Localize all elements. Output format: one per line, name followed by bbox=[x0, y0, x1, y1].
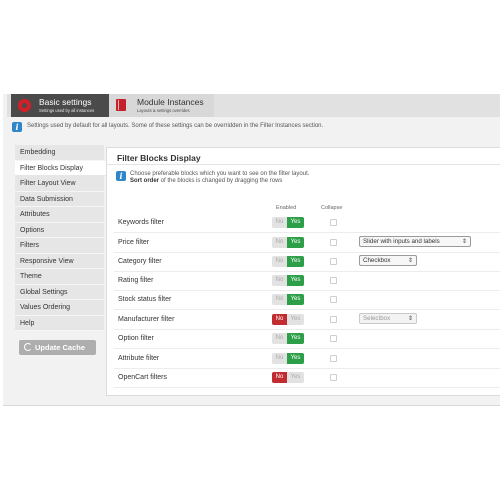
panel-description: Choose preferable blocks which you want … bbox=[130, 171, 310, 177]
filter-row[interactable]: Stock status filter No Yes bbox=[114, 291, 500, 310]
tab-bar: Basic settings Settings used by all inst… bbox=[7, 94, 500, 117]
view-type-select[interactable]: Slider with inputs and labels ⇕ bbox=[359, 236, 471, 247]
filter-label: Rating filter bbox=[118, 277, 154, 284]
sidebar-item[interactable]: Embedding bbox=[15, 145, 104, 161]
sidebar-item[interactable]: Filter Blocks Display bbox=[15, 160, 107, 176]
view-type-select[interactable]: Selectbox ⇕ bbox=[359, 313, 417, 324]
collapse-checkbox[interactable] bbox=[330, 277, 337, 284]
toggle-no[interactable]: No bbox=[272, 314, 287, 325]
column-header-collapse: Collapse bbox=[321, 205, 343, 211]
filter-label: Attribute filter bbox=[118, 355, 160, 362]
info-icon: i bbox=[116, 171, 126, 181]
toggle-no[interactable]: No bbox=[272, 294, 287, 305]
filter-label: Option filter bbox=[118, 335, 154, 342]
enabled-toggle[interactable]: No Yes bbox=[272, 217, 304, 228]
enabled-toggle[interactable]: No Yes bbox=[272, 314, 304, 325]
toggle-no[interactable]: No bbox=[272, 353, 287, 364]
collapse-checkbox[interactable] bbox=[330, 316, 337, 323]
toggle-no[interactable]: No bbox=[272, 217, 287, 228]
enabled-toggle[interactable]: No Yes bbox=[272, 353, 304, 364]
filter-row[interactable]: Rating filter No Yes bbox=[114, 272, 500, 291]
toggle-yes[interactable]: Yes bbox=[287, 353, 304, 364]
filter-row[interactable]: Keywords filter No Yes bbox=[114, 214, 500, 233]
filter-row[interactable]: Attribute filter No Yes bbox=[114, 350, 500, 369]
toggle-yes[interactable]: Yes bbox=[287, 275, 304, 286]
collapse-checkbox[interactable] bbox=[330, 374, 337, 381]
sidebar-item[interactable]: Global Settings bbox=[15, 284, 104, 300]
update-cache-button[interactable]: Update Cache bbox=[19, 340, 96, 355]
enabled-toggle[interactable]: No Yes bbox=[272, 294, 304, 305]
refresh-icon bbox=[24, 343, 32, 351]
tab-title: Module Instances bbox=[137, 97, 204, 107]
column-header-enabled: Enabled bbox=[276, 205, 297, 211]
view-type-select[interactable]: Checkbox ⇕ bbox=[359, 255, 417, 266]
select-arrows-icon: ⇕ bbox=[407, 258, 413, 264]
collapse-checkbox[interactable] bbox=[330, 335, 337, 342]
sidebar-item[interactable]: Help bbox=[15, 315, 104, 331]
toggle-yes[interactable]: Yes bbox=[287, 372, 304, 383]
filter-row[interactable]: Manufacturer filter No Yes Selectbox ⇕ bbox=[114, 311, 500, 330]
sidebar-item[interactable]: Theme bbox=[15, 269, 104, 285]
toggle-yes[interactable]: Yes bbox=[287, 314, 304, 325]
filter-label: OpenCart filters bbox=[118, 374, 168, 381]
sidebar-item[interactable]: Options bbox=[15, 222, 104, 238]
panel-description-sort: Sort order of the blocks is changed by d… bbox=[130, 178, 282, 184]
toggle-no[interactable]: No bbox=[272, 237, 287, 248]
filter-label: Category filter bbox=[118, 258, 162, 265]
sort-order-text: of the blocks is changed by dragging the… bbox=[159, 178, 283, 184]
toggle-yes[interactable]: Yes bbox=[287, 237, 304, 248]
tab-subtitle: Layouts & settings overrides bbox=[137, 108, 190, 113]
filter-row[interactable]: Category filter No Yes Checkbox ⇕ bbox=[114, 253, 500, 272]
toggle-yes[interactable]: Yes bbox=[287, 256, 304, 267]
enabled-toggle[interactable]: No Yes bbox=[272, 372, 304, 383]
sidebar-item[interactable]: Responsive View bbox=[15, 253, 104, 269]
toggle-no[interactable]: No bbox=[272, 275, 287, 286]
sort-order-label: Sort order bbox=[130, 178, 160, 184]
enabled-toggle[interactable]: No Yes bbox=[272, 275, 304, 286]
select-value: Selectbox bbox=[363, 315, 391, 322]
filter-label: Price filter bbox=[118, 239, 150, 246]
info-text: Settings used by default for all layouts… bbox=[27, 123, 324, 129]
divider bbox=[106, 164, 500, 165]
collapse-checkbox[interactable] bbox=[330, 219, 337, 226]
sidebar-item[interactable]: Attributes bbox=[15, 207, 104, 223]
toggle-yes[interactable]: Yes bbox=[287, 333, 304, 344]
toggle-yes[interactable]: Yes bbox=[287, 217, 304, 228]
tab-title: Basic settings bbox=[39, 97, 92, 107]
sidebar-item[interactable]: Filters bbox=[15, 238, 104, 254]
book-icon bbox=[116, 99, 126, 111]
collapse-checkbox[interactable] bbox=[330, 296, 337, 303]
sidebar-item[interactable]: Data Submission bbox=[15, 191, 104, 207]
select-value: Slider with inputs and labels bbox=[363, 238, 440, 245]
filter-row[interactable]: OpenCart filters No Yes bbox=[114, 369, 500, 388]
sidebar-item[interactable]: Values Ordering bbox=[15, 300, 104, 316]
enabled-toggle[interactable]: No Yes bbox=[272, 237, 304, 248]
tab-basic-settings[interactable]: Basic settings Settings used by all inst… bbox=[11, 94, 109, 117]
panel-title: Filter Blocks Display bbox=[117, 153, 201, 163]
filter-label: Manufacturer filter bbox=[118, 316, 175, 323]
update-cache-label: Update Cache bbox=[35, 343, 86, 352]
tab-subtitle: Settings used by all instances bbox=[39, 108, 95, 113]
enabled-toggle[interactable]: No Yes bbox=[272, 256, 304, 267]
filter-label: Keywords filter bbox=[118, 219, 164, 226]
select-arrows-icon: ⇕ bbox=[407, 316, 413, 322]
gear-icon bbox=[18, 99, 31, 112]
select-arrows-icon: ⇕ bbox=[461, 239, 467, 245]
collapse-checkbox[interactable] bbox=[330, 258, 337, 265]
select-value: Checkbox bbox=[363, 257, 391, 264]
sidebar-item[interactable]: Filter Layout View bbox=[15, 176, 104, 192]
filter-row[interactable]: Option filter No Yes bbox=[114, 330, 500, 349]
collapse-checkbox[interactable] bbox=[330, 355, 337, 362]
collapse-checkbox[interactable] bbox=[330, 239, 337, 246]
info-icon: i bbox=[12, 122, 22, 132]
filter-label: Stock status filter bbox=[118, 296, 172, 303]
sidebar: Embedding Filter Blocks Display Filter Lay… bbox=[15, 145, 107, 331]
toggle-no[interactable]: No bbox=[272, 372, 287, 383]
filter-row[interactable]: Price filter No Yes Slider with inputs and … bbox=[114, 234, 500, 253]
toggle-no[interactable]: No bbox=[272, 256, 287, 267]
enabled-toggle[interactable]: No Yes bbox=[272, 333, 304, 344]
tab-module-instances[interactable]: Module Instances Layouts & settings over… bbox=[109, 94, 214, 117]
toggle-no[interactable]: No bbox=[272, 333, 287, 344]
toggle-yes[interactable]: Yes bbox=[287, 294, 304, 305]
